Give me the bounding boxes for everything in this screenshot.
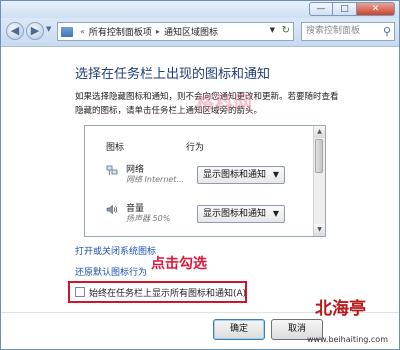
network-behavior-value: 显示图标和通知 bbox=[203, 170, 267, 180]
page-description: 如果选择隐藏图标和通知，则不会向您通知更改和更新。若要随时查看隐藏的图标，请单击… bbox=[75, 92, 339, 116]
back-button[interactable]: ◀ bbox=[6, 22, 24, 40]
ok-button[interactable]: 确定 bbox=[213, 319, 265, 340]
address-dropdown-icon[interactable]: ▼ bbox=[270, 26, 275, 34]
brand-logo-text: 北海亭 bbox=[315, 299, 366, 319]
instruction-callout: 点击勾选 bbox=[151, 256, 207, 272]
breadcrumb-separator-icon[interactable]: ▸ bbox=[156, 27, 160, 36]
scroll-down-arrow-icon[interactable]: ▼ bbox=[314, 224, 325, 236]
always-show-label[interactable]: 始终在任务栏上显示所有图标和通知(A) bbox=[89, 286, 246, 299]
window-controls: — □ ✕ bbox=[309, 2, 395, 16]
chevron-down-icon: ▼ bbox=[272, 209, 279, 218]
control-panel-window: — □ ✕ ◀ ▶ ▼ « 所有控制面板项 ▸ 通知区域图标 ▼ ↻ 搜索控制面… bbox=[0, 0, 400, 350]
forward-button[interactable]: ▶ bbox=[26, 22, 44, 40]
minimize-button[interactable]: — bbox=[309, 2, 333, 16]
volume-behavior-value: 显示图标和通知 bbox=[203, 209, 267, 219]
volume-icon bbox=[106, 204, 118, 215]
volume-behavior-select[interactable]: 显示图标和通知 ▼ bbox=[197, 205, 285, 223]
close-button[interactable]: ✕ bbox=[357, 2, 395, 16]
scrollbar-thumb[interactable] bbox=[315, 139, 323, 173]
search-icon[interactable]: ⚲ bbox=[383, 23, 391, 40]
list-item-volume-subtitle: 扬声器 50% bbox=[126, 214, 171, 223]
list-scrollbar[interactable]: ▲ ▼ bbox=[313, 126, 325, 236]
refresh-icon[interactable]: ↻ bbox=[282, 25, 290, 36]
search-input[interactable]: 搜索控制面板 ⚲ bbox=[301, 22, 395, 41]
column-header-behavior: 行为 bbox=[186, 143, 205, 153]
network-icon bbox=[106, 165, 118, 175]
address-bar[interactable]: « 所有控制面板项 ▸ 通知区域图标 ▼ ↻ bbox=[57, 22, 294, 41]
system-icons-link[interactable]: 打开或关闭系统图标 bbox=[75, 244, 156, 257]
recent-pages-dropdown-icon[interactable]: ▼ bbox=[46, 25, 51, 33]
always-show-checkbox[interactable] bbox=[75, 287, 85, 297]
notification-icons-list[interactable]: 图标 行为 网络 网络 Internet... 显示图标和通知 ▼ 音量 扬声器… bbox=[84, 125, 326, 237]
column-header-icons: 图标 bbox=[106, 143, 125, 153]
list-item-network-subtitle: 网络 Internet... bbox=[126, 175, 185, 184]
chevron-down-icon: ▼ bbox=[272, 170, 279, 179]
brand-url: www.beihaiting.com bbox=[307, 335, 388, 344]
scroll-up-arrow-icon[interactable]: ▲ bbox=[314, 126, 325, 138]
breadcrumb-chevron-icon[interactable]: « bbox=[80, 27, 85, 36]
maximize-button[interactable]: □ bbox=[333, 2, 357, 16]
breadcrumb-all-control-panel-items[interactable]: 所有控制面板项 bbox=[89, 25, 152, 38]
control-panel-icon bbox=[61, 26, 73, 37]
network-behavior-select[interactable]: 显示图标和通知 ▼ bbox=[197, 166, 285, 184]
page-title: 选择在任务栏上出现的图标和通知 bbox=[75, 67, 271, 82]
title-bar: — □ ✕ bbox=[1, 1, 399, 19]
search-placeholder: 搜索控制面板 bbox=[306, 26, 361, 36]
navigation-bar: ◀ ▶ ▼ « 所有控制面板项 ▸ 通知区域图标 ▼ ↻ 搜索控制面板 ⚲ bbox=[1, 18, 399, 47]
breadcrumb-notification-area-icons[interactable]: 通知区域图标 bbox=[164, 25, 218, 38]
restore-defaults-link[interactable]: 还原默认图标行为 bbox=[75, 265, 147, 278]
